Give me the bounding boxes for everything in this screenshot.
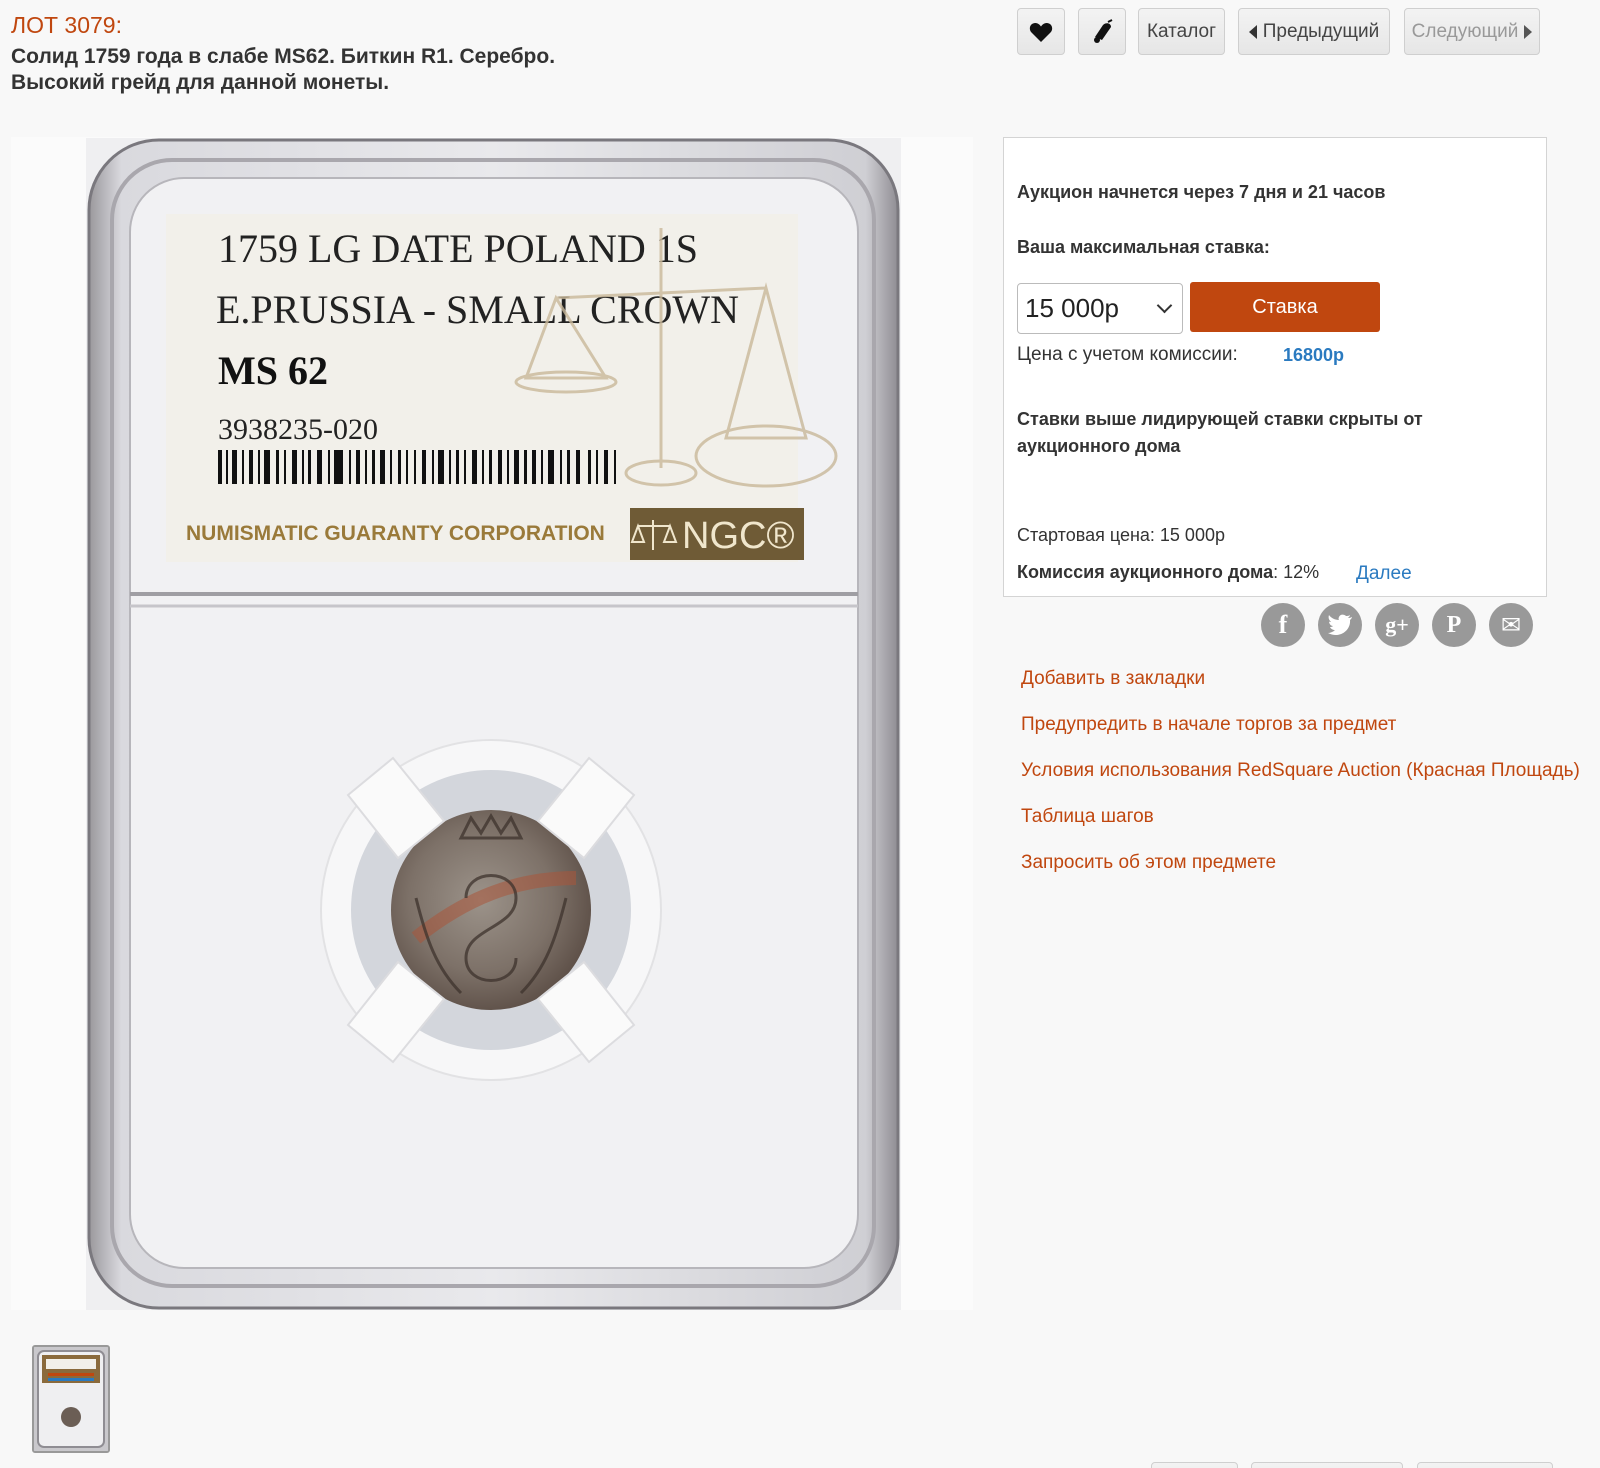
twitter-icon <box>1328 614 1352 636</box>
email-share-button[interactable]: ✉ <box>1489 603 1533 647</box>
bottom-catalog-button[interactable] <box>1151 1462 1238 1468</box>
heart-icon <box>1029 22 1053 42</box>
coin-slab-image[interactable]: 1759 LG DATE POLAND 1S E.PRUSSIA - SMALL… <box>86 138 901 1310</box>
lot-actions-list: Добавить в закладки Предупредить в начал… <box>1021 668 1580 898</box>
catalog-label: Каталог <box>1146 20 1217 42</box>
start-price: Стартовая цена: 15 000р <box>1017 525 1225 545</box>
bottom-previous-button[interactable] <box>1251 1462 1403 1468</box>
next-label: Следующий <box>1411 20 1519 42</box>
facebook-icon: f <box>1278 610 1288 639</box>
next-button[interactable]: Следующий <box>1404 8 1540 55</box>
chevron-right-icon <box>1524 24 1533 39</box>
commission-label: Комиссия аукционного дома <box>1017 562 1274 582</box>
facebook-share-button[interactable]: f <box>1261 603 1305 647</box>
place-bid-button[interactable]: Ставка <box>1190 282 1380 332</box>
notify-start-link[interactable]: Предупредить в начале торгов за предмет <box>1021 714 1580 760</box>
previous-label: Предыдущий <box>1262 20 1380 42</box>
slab-line1: 1759 LG DATE POLAND 1S <box>218 226 698 271</box>
google-plus-share-button[interactable]: g+ <box>1375 603 1419 647</box>
fee-price-value: 16800р <box>1283 345 1345 365</box>
bell-icon <box>1094 18 1113 43</box>
google-plus-icon: g+ <box>1385 612 1409 637</box>
bid-increments-link[interactable]: Таблица шагов <box>1021 806 1580 852</box>
commission-value: : 12% <box>1273 562 1320 582</box>
terms-link[interactable]: Условия использования RedSquare Auction … <box>1021 760 1580 806</box>
fee-price-label: Цена с учетом комиссии: <box>1017 344 1238 365</box>
slab-grade: MS 62 <box>218 348 328 393</box>
thumbnail-image[interactable] <box>32 1345 110 1453</box>
max-bid-label: Ваша максимальная ставка: <box>1017 237 1270 257</box>
slab-cert: 3938235-020 <box>218 413 378 446</box>
auction-start-countdown: Аукцион начнется через 7 дня и 21 часов <box>1017 182 1386 202</box>
pinterest-share-button[interactable]: P <box>1432 603 1476 647</box>
commission-text: Комиссия аукционного дома: 12% <box>1017 562 1319 583</box>
commission-more-link[interactable]: Далее <box>1356 563 1412 585</box>
chevron-down-icon <box>1156 297 1173 314</box>
pinterest-icon: P <box>1446 611 1462 638</box>
bottom-next-button[interactable] <box>1417 1462 1553 1468</box>
max-bid-value: 15 000р <box>1025 293 1119 323</box>
twitter-share-button[interactable] <box>1318 603 1362 647</box>
ask-question-link[interactable]: Запросить об этом предмете <box>1021 852 1580 898</box>
hidden-bids-note: Ставки выше лидирующей ставки скрыты от … <box>1017 409 1423 456</box>
previous-button[interactable]: Предыдущий <box>1238 8 1390 55</box>
slab-brand: NGC® <box>682 515 794 557</box>
chevron-left-icon <box>1248 24 1257 39</box>
lot-number: ЛОТ 3079: <box>11 12 122 38</box>
catalog-button[interactable]: Каталог <box>1138 8 1225 55</box>
slab-company: NUMISMATIC GUARANTY CORPORATION <box>186 522 605 545</box>
add-bookmark-link[interactable]: Добавить в закладки <box>1021 668 1580 714</box>
bid-panel: Аукцион начнется через 7 дня и 21 часов … <box>1003 137 1547 597</box>
lot-title: Солид 1759 года в слабе MS62. Биткин R1.… <box>11 45 556 94</box>
favorite-button[interactable] <box>1017 8 1065 55</box>
email-icon: ✉ <box>1500 611 1522 639</box>
alert-button[interactable] <box>1078 8 1126 55</box>
main-image-area: 1759 LG DATE POLAND 1S E.PRUSSIA - SMALL… <box>11 137 973 1310</box>
max-bid-select[interactable]: 15 000р <box>1017 283 1183 334</box>
